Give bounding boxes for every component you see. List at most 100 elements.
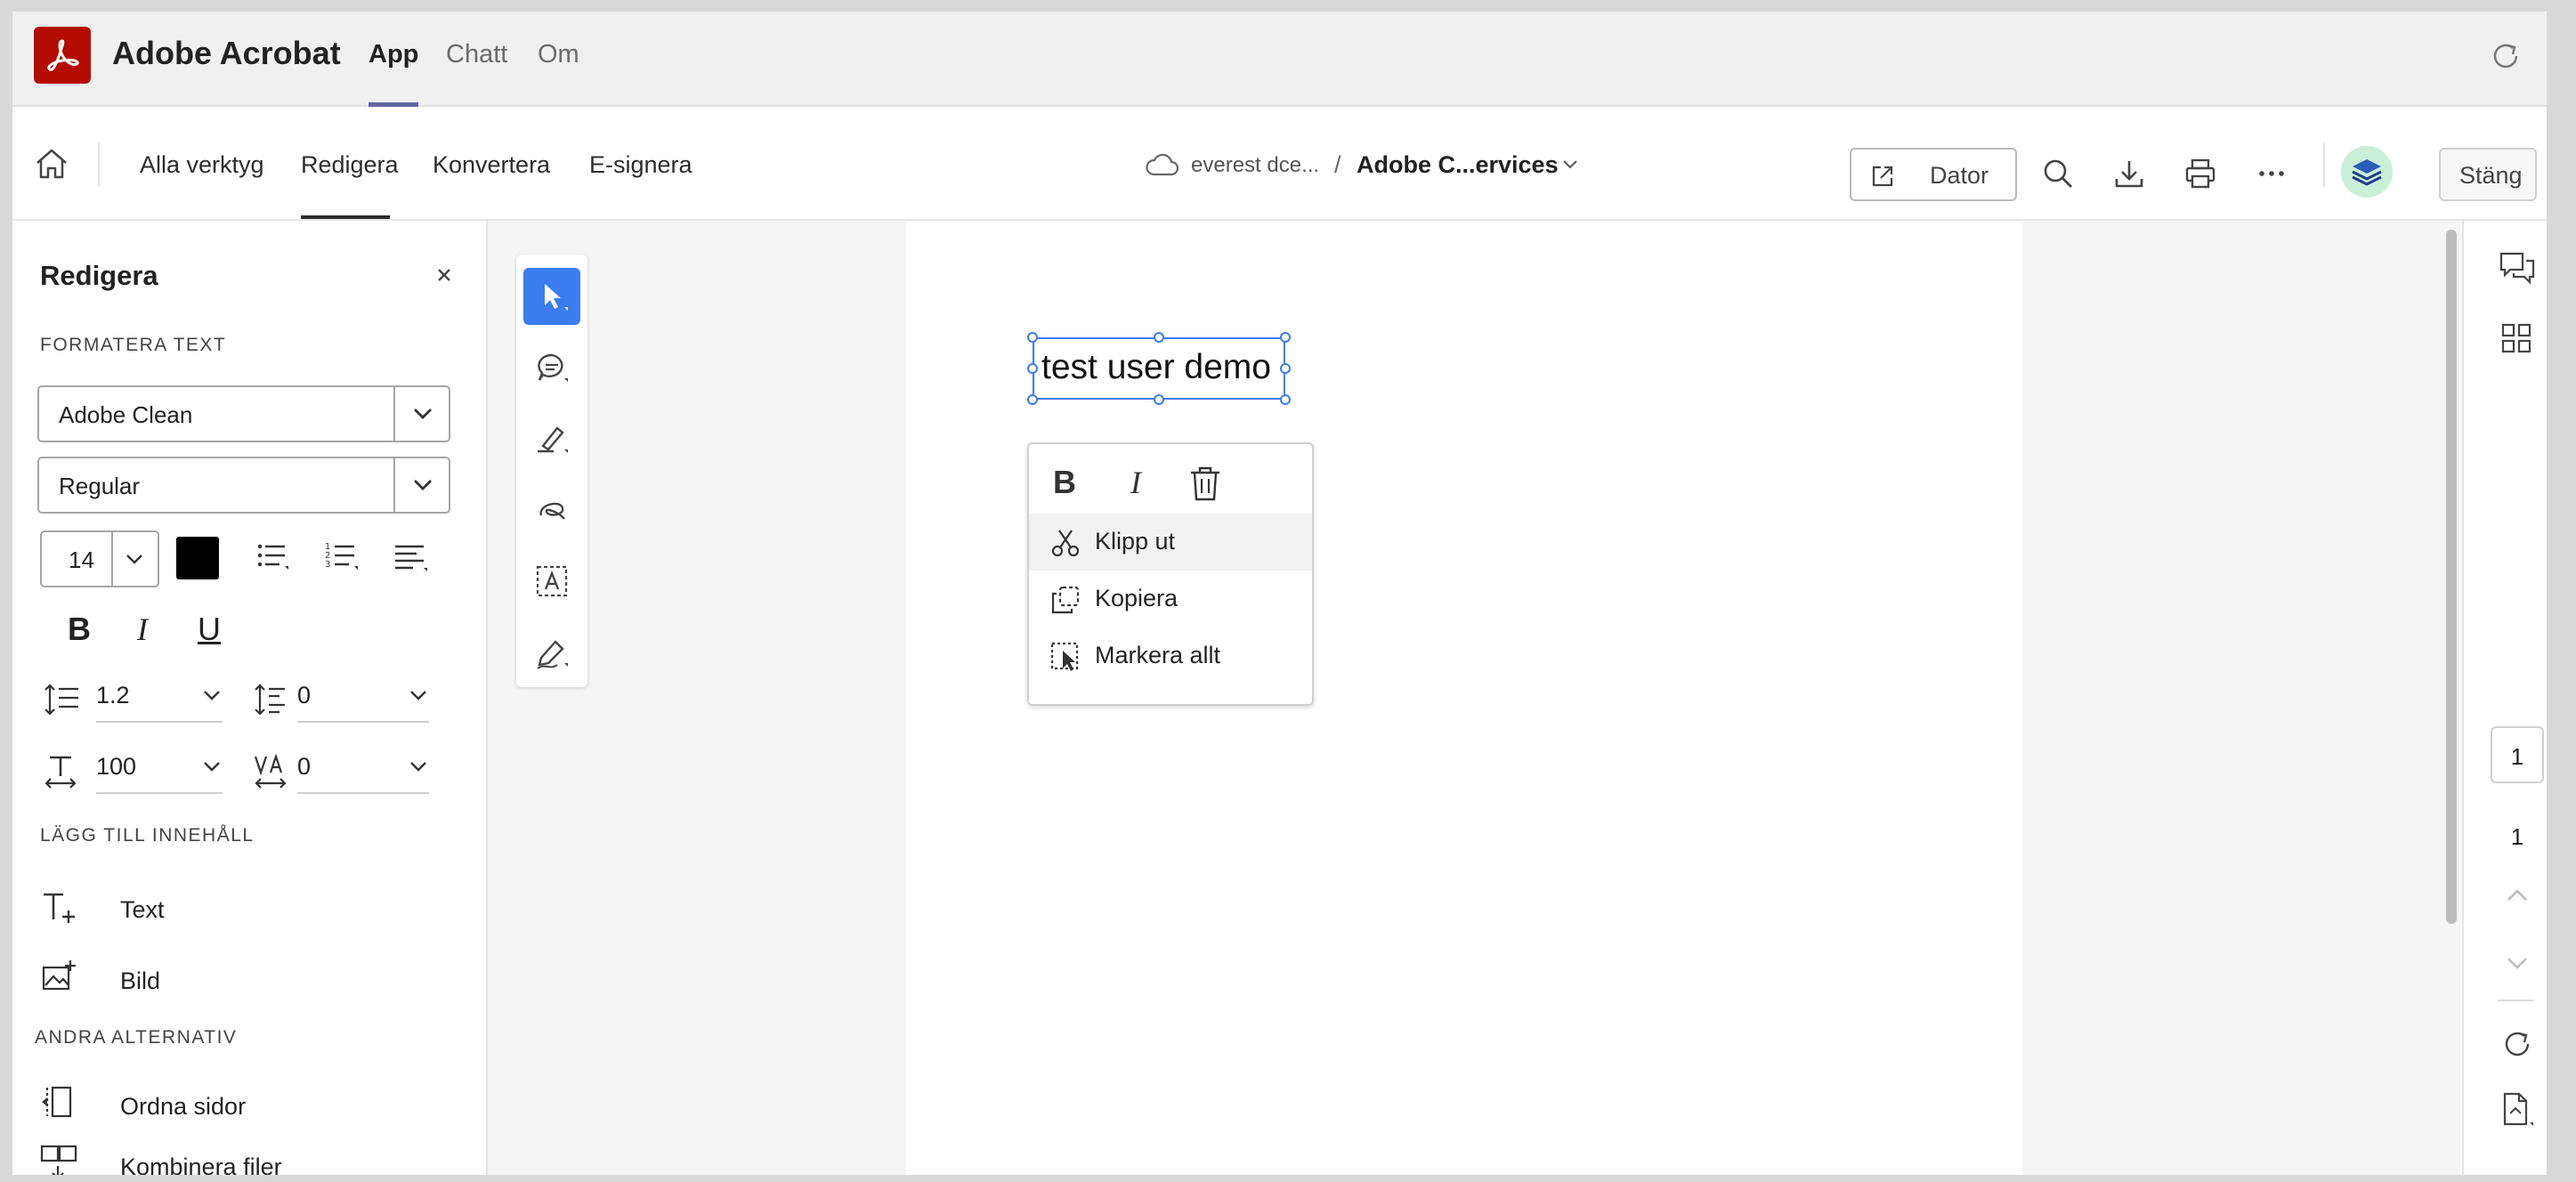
tab-konvertera[interactable]: Konvertera [433,151,550,179]
close-button[interactable]: Stäng [2439,148,2537,201]
comments-panel-icon[interactable] [2498,248,2537,287]
paragraph-spacing-field[interactable]: 0 [297,675,429,723]
resize-handle[interactable] [1154,332,1164,343]
bold-button[interactable]: B [1045,464,1084,503]
combine-files-label: Kombinera filer [120,1154,282,1175]
chevron-down-icon[interactable] [1561,158,1579,175]
divider [393,387,395,441]
avatar[interactable] [2341,146,2393,198]
chevron-down-icon [414,409,432,419]
draw-tool-button[interactable] [523,482,580,538]
close-icon[interactable] [431,262,458,288]
section-label-other-options: ANDRA ALTERNATIV [35,1027,238,1048]
delete-button[interactable] [1186,464,1225,503]
font-style-value: Regular [59,473,141,499]
search-icon[interactable] [2040,156,2076,191]
thumbnails-grid-icon[interactable] [2498,320,2537,359]
chevron-down-icon[interactable] [2498,944,2537,984]
organize-pages-icon [42,1086,72,1118]
page-tools-icon[interactable] [2498,1090,2537,1129]
breadcrumb-separator: / [1334,151,1341,178]
breadcrumb-file-name[interactable]: Adobe C...ervices [1357,151,1559,179]
bold-button[interactable]: B [68,611,91,648]
section-label-add-content: LÄGG TILL INNEHÅLL [40,825,255,846]
character-spacing-icon [253,753,292,792]
font-size-value: 14 [69,546,94,573]
resize-handle[interactable] [1027,332,1038,343]
chevron-down-icon [204,762,220,772]
resize-handle[interactable] [1027,394,1038,405]
svg-text:3: 3 [325,560,330,570]
font-family-value: Adobe Clean [59,401,193,428]
italic-button[interactable]: I [137,611,148,648]
open-in-desktop-button[interactable]: Dator [1850,148,2017,201]
close-button-label: Stäng [2459,162,2523,189]
current-page-input[interactable]: 1 [2491,726,2544,783]
tab-redigera[interactable]: Redigera [301,151,399,179]
app-tab-app[interactable]: App [369,40,418,69]
comment-tool-button[interactable] [523,339,580,396]
refresh-icon[interactable] [2488,38,2523,74]
numbered-list-icon[interactable]: 123 [324,539,363,579]
sign-tool-button[interactable] [523,624,580,681]
text-box-content[interactable]: test user demo [1041,348,1271,387]
text-color-swatch[interactable] [176,537,219,579]
chevron-up-icon[interactable] [2498,877,2537,916]
font-family-select[interactable]: Adobe Clean [37,385,450,442]
underline-button[interactable]: U [198,611,221,648]
resize-handle[interactable] [1280,394,1291,405]
highlight-tool-button[interactable] [523,410,580,467]
print-icon[interactable] [2183,156,2218,191]
open-external-icon [1872,166,1893,187]
font-style-select[interactable]: Regular [37,457,450,514]
paragraph-spacing-value: 0 [297,682,312,708]
add-image-label: Bild [120,967,161,994]
divider [2323,142,2325,187]
app-tab-om[interactable]: Om [538,40,579,69]
resize-handle[interactable] [1280,332,1291,343]
text-context-menu: B I Klipp ut Kopiera Markera allt [1027,442,1314,706]
character-spacing-value: 0 [297,753,312,780]
app-tab-chatt[interactable]: Chatt [446,40,507,69]
download-icon[interactable] [2111,156,2147,191]
menu-item-copy-label: Kopiera [1095,585,1179,611]
resize-handle[interactable] [1280,363,1291,374]
breadcrumb-location[interactable]: everest dce... [1191,153,1319,178]
tab-e-signera[interactable]: E-signera [589,151,693,179]
scissors-icon [1051,530,1080,557]
chevron-down-icon [126,555,142,564]
home-icon[interactable] [32,145,71,184]
trash-icon [1191,466,1219,501]
edit-panel: Redigera FORMATERA TEXT Adobe Clean Regu… [12,221,488,1175]
line-spacing-field[interactable]: 1.2 [96,675,223,723]
align-left-icon[interactable] [393,539,433,579]
rotate-icon[interactable] [2498,1024,2537,1064]
bullet-list-icon[interactable] [255,539,294,579]
line-spacing-value: 1.2 [96,682,130,708]
divider [98,142,100,187]
italic-button[interactable]: I [1116,464,1155,503]
pointer-icon [545,284,568,311]
horizontal-scale-icon [43,753,82,792]
app-window: Adobe Acrobat App Chatt Om Alla verktyg … [12,12,2547,1175]
signature-pen-icon [537,640,568,669]
chevron-down-icon [204,691,220,700]
font-size-select[interactable]: 14 [40,530,159,587]
add-image-icon [42,960,76,991]
scrollbar-thumb[interactable] [2446,230,2457,924]
resize-handle[interactable] [1027,363,1038,374]
combine-files-icon [40,1145,77,1175]
character-spacing-field[interactable]: 0 [297,746,429,794]
menu-item-cut[interactable]: Klipp ut [1029,514,1312,571]
tab-alla-verktyg[interactable]: Alla verktyg [140,151,264,179]
active-tab-indicator [301,215,390,219]
menu-item-select-all[interactable]: Markera allt [1029,627,1312,684]
menu-item-copy[interactable]: Kopiera [1029,571,1312,627]
more-options-icon[interactable] [2254,156,2289,191]
text-tool-button[interactable] [523,553,580,610]
resize-handle[interactable] [1154,394,1164,405]
selected-text-box[interactable]: test user demo [1033,337,1285,400]
highlighter-icon [538,426,568,453]
horizontal-scale-field[interactable]: 100 [96,746,223,794]
select-tool-button[interactable] [523,268,580,325]
